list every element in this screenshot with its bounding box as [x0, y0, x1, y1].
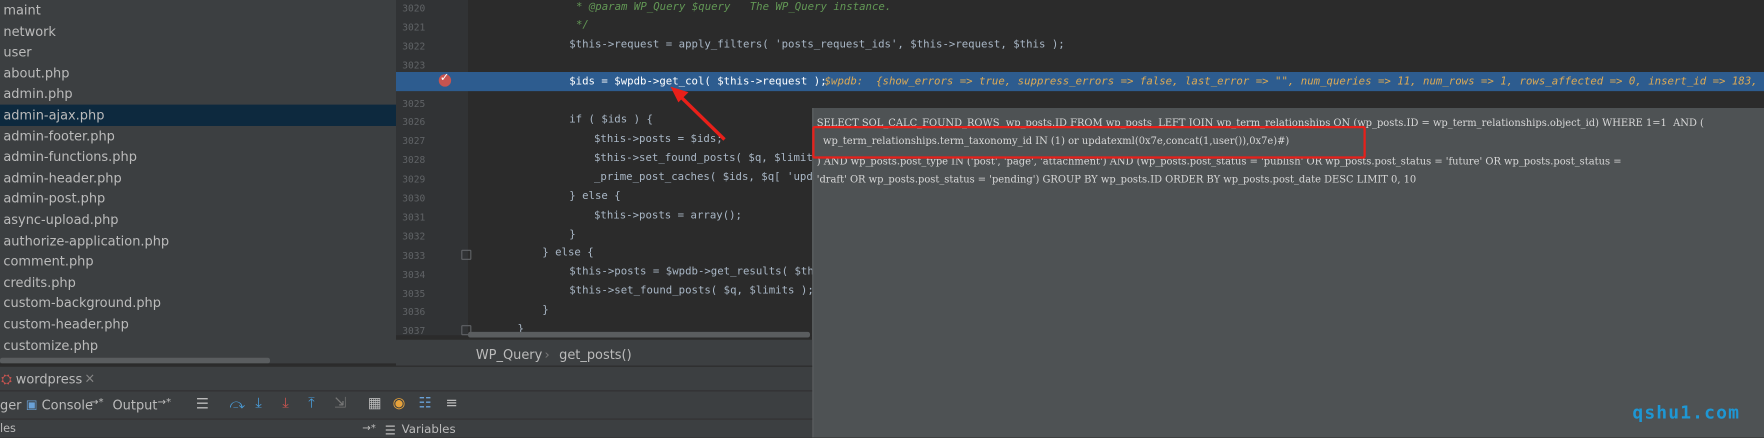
tree-item[interactable]: admin-header.php	[0, 167, 396, 188]
code-line-3032: }	[569, 228, 576, 241]
tree-item[interactable]: comment.php	[0, 251, 396, 272]
breadcrumb-method[interactable]: get_posts()	[559, 347, 631, 363]
console-icon: ▣	[25, 397, 38, 412]
pin-icon[interactable]: →*	[158, 397, 172, 408]
console-tab[interactable]: Console	[42, 397, 93, 413]
tree-item[interactable]: async-upload.php	[0, 209, 396, 230]
tree-item[interactable]: authorize-application.php	[0, 230, 396, 251]
pin-icon[interactable]: →*	[90, 397, 104, 408]
project-tree: maint network user about.php admin.php admin-…	[0, 0, 396, 364]
tree-item[interactable]: user	[0, 42, 396, 63]
tree-item[interactable]: custom-background.php	[0, 293, 396, 314]
tree-item[interactable]: credits.php	[0, 272, 396, 293]
line-number: 3037	[402, 326, 426, 338]
debugger-tab[interactable]: ger	[0, 397, 21, 413]
code-line-3034: $this->posts = $wpdb->get_results( $this…	[569, 265, 834, 278]
tooltip-line: 'draft' OR wp_posts.post_status = 'pendi…	[816, 174, 1417, 186]
evaluate-expression-icon[interactable]: ▦	[368, 395, 382, 412]
code-line-3026: if ( $ids ) {	[569, 113, 653, 126]
editor-horizontal-scrollbar[interactable]	[468, 331, 810, 338]
tree-item[interactable]: admin-footer.php	[0, 126, 396, 147]
fold-marker-icon[interactable]	[461, 249, 472, 260]
breadcrumb: WP_Query › get_posts()	[396, 339, 813, 366]
tree-horizontal-scrollbar[interactable]	[0, 357, 270, 364]
breakpoint-check-icon: ✓	[439, 72, 450, 85]
code-line-3028: $this->set_found_posts( $q, $limits );	[594, 151, 839, 165]
editor-gutter: 3020302130223023302430253026302730283029…	[396, 0, 470, 338]
add-watch-icon[interactable]: ≡	[446, 395, 458, 412]
line-number: 3034	[402, 269, 426, 281]
debug-toolbar: ger ▣ Console →* Output →* ☰ ⤼ ⤓ ⤓ ⤒ ⇲ ▦…	[0, 390, 813, 420]
line-number: 3025	[402, 98, 426, 110]
debug-subpanel-header: les →* ☰ Variables	[0, 418, 813, 438]
force-step-into-icon[interactable]: ⤓	[282, 395, 288, 412]
line-number: 3021	[402, 22, 426, 34]
tree-item[interactable]: admin-ajax.php	[0, 104, 396, 126]
line-number: 3028	[402, 155, 426, 167]
line-number: 3026	[402, 117, 426, 129]
tree-item[interactable]: admin.php	[0, 84, 396, 105]
debug-tool-window-header: ⛭ wordpress ×	[0, 365, 813, 391]
line-number: 3032	[402, 231, 426, 243]
line-number: 3029	[402, 174, 426, 186]
code-line-3020: * @param WP_Query $query The WP_Query in…	[576, 1, 892, 14]
code-line-3033: } else {	[542, 246, 594, 259]
chevron-right-icon: ›	[544, 346, 550, 363]
list-icon[interactable]: ☷	[419, 395, 432, 412]
line-number: 3023	[402, 60, 426, 72]
code-line-3035: $this->set_found_posts( $q, $limits );	[569, 284, 814, 297]
step-into-icon[interactable]: ⤓	[255, 395, 261, 412]
breadcrumb-class[interactable]: WP_Query	[476, 347, 542, 363]
line-number: 3022	[402, 41, 426, 53]
line-number: 3035	[402, 288, 426, 300]
tree-item[interactable]: custom-header.php	[0, 314, 396, 335]
tree-item[interactable]: maint	[0, 0, 396, 21]
code-line-3029: _prime_post_caches( $ids, $q[ 'update_	[594, 171, 839, 184]
tree-item[interactable]: admin-post.php	[0, 188, 396, 209]
code-line-3021: */	[576, 19, 589, 32]
variables-tab[interactable]: Variables	[402, 423, 456, 437]
code-line-3030: } else {	[569, 190, 621, 203]
inline-debug-value: $wpdb: {show_errors => true, suppress_er…	[824, 75, 1764, 88]
tree-item[interactable]: network	[0, 21, 396, 42]
ide-window: { "project_tree": { "items": ["maint","n…	[0, 0, 1764, 438]
tree-item[interactable]: customize.php	[0, 335, 396, 356]
code-line-3036: }	[542, 303, 549, 317]
debug-session-tab[interactable]: wordpress	[16, 371, 82, 387]
line-number: 3030	[402, 193, 426, 205]
code-line-3022: $this->request = apply_filters( 'posts_r…	[569, 38, 1065, 51]
line-number: 3031	[402, 212, 426, 224]
line-number: 3027	[402, 136, 426, 148]
tree-item[interactable]: about.php	[0, 63, 396, 84]
frames-tab[interactable]: les	[0, 423, 16, 435]
pin-icon[interactable]: →*	[362, 423, 376, 434]
step-over-icon[interactable]: ⤼	[230, 397, 246, 413]
watch-icon[interactable]: ◉	[393, 395, 406, 412]
line-number: 3033	[402, 250, 426, 262]
run-to-cursor-icon[interactable]: ⇲	[334, 395, 346, 412]
watermark: qshu1.com	[1632, 401, 1741, 423]
line-number: 3036	[402, 307, 426, 319]
step-out-icon[interactable]: ⤒	[308, 395, 314, 412]
highlight-annotation-box	[812, 126, 1366, 159]
line-number: 3020	[402, 3, 426, 15]
debug-session-icon: ⛭	[1, 371, 12, 387]
close-icon[interactable]: ×	[84, 370, 95, 386]
variables-icon: ☰	[384, 423, 396, 438]
menu-icon[interactable]: ☰	[196, 397, 209, 413]
code-line-3031: $this->posts = array();	[594, 209, 743, 222]
tree-item[interactable]: admin-functions.php	[0, 146, 396, 167]
annotation-arrow-icon	[670, 86, 726, 141]
output-tab[interactable]: Output	[113, 397, 158, 413]
